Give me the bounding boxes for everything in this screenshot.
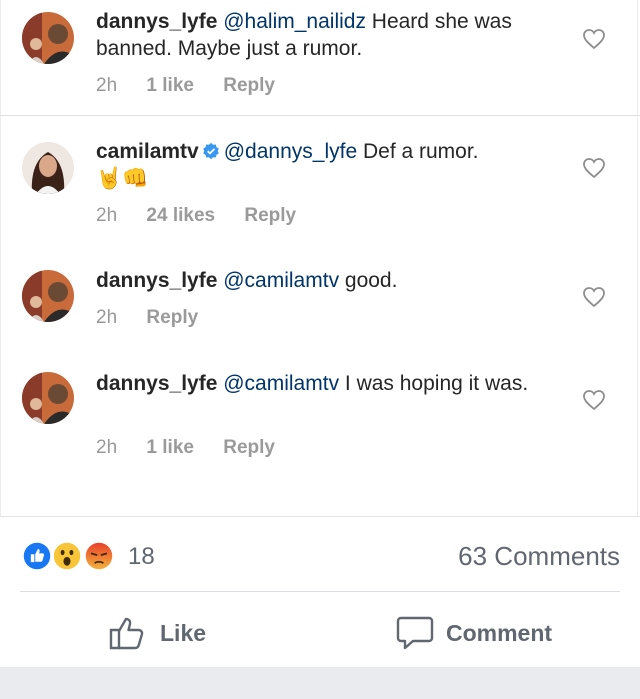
- timestamp: 2h: [96, 205, 118, 226]
- comments-count-link[interactable]: 63 Comments: [458, 541, 620, 572]
- avatar-dannys-lyfe: [22, 372, 74, 424]
- avatar-dannys-lyfe: [22, 12, 74, 64]
- timestamp: 2h: [96, 75, 118, 96]
- reply-button[interactable]: Reply: [146, 307, 198, 328]
- heart-icon[interactable]: [582, 157, 606, 179]
- comment-meta: 2h 1 like Reply: [96, 437, 299, 459]
- like-reaction-icon: [20, 539, 54, 573]
- comment-meta: 2h 24 likes Reply: [96, 205, 320, 227]
- mention[interactable]: @camilamtv: [223, 269, 339, 292]
- thumbs-up-icon: [109, 617, 144, 650]
- wow-reaction-icon: [50, 539, 84, 573]
- comment-text: dannys_lyfe @camilamtv good.: [96, 267, 556, 294]
- mention[interactable]: @dannys_lyfe: [224, 140, 357, 163]
- mention[interactable]: @halim_nailidz: [223, 10, 366, 33]
- username[interactable]: camilamtv: [96, 140, 199, 163]
- reply-button[interactable]: Reply: [223, 75, 275, 96]
- like-button[interactable]: Like: [108, 615, 206, 651]
- comment-label: Comment: [446, 619, 553, 646]
- timestamp: 2h: [96, 437, 118, 458]
- verified-icon: [202, 142, 219, 160]
- reaction-count[interactable]: 18: [128, 543, 155, 571]
- comment-body: I was hoping it was.: [339, 372, 529, 395]
- comment-meta: 2h Reply: [96, 307, 222, 329]
- footer-divider: [20, 591, 620, 592]
- left-border: [0, 0, 1, 517]
- angry-reaction-icon: [82, 539, 116, 573]
- like-label: Like: [160, 619, 207, 646]
- heart-icon[interactable]: [582, 286, 606, 308]
- like-count[interactable]: 1 like: [146, 437, 194, 458]
- avatar-dannys-lyfe: [22, 270, 74, 322]
- comment-divider: [0, 115, 640, 116]
- reply-button[interactable]: Reply: [244, 205, 296, 226]
- like-count[interactable]: 1 like: [146, 75, 194, 96]
- comment-text: dannys_lyfe @camilamtv I was hoping it w…: [96, 370, 556, 397]
- like-count[interactable]: 24 likes: [146, 205, 215, 226]
- comment-body: Def a rumor.: [357, 140, 479, 163]
- username[interactable]: dannys_lyfe: [96, 372, 217, 395]
- feed-gap: [0, 667, 640, 699]
- username[interactable]: dannys_lyfe: [96, 10, 217, 33]
- emoji-line: 🤘👊: [96, 167, 149, 190]
- username[interactable]: dannys_lyfe: [96, 269, 217, 292]
- heart-icon[interactable]: [582, 389, 606, 411]
- comment-text: dannys_lyfe @halim_nailidz Heard she was…: [96, 8, 556, 62]
- comment-button[interactable]: Comment: [396, 615, 552, 651]
- instagram-comments-screenshot: dannys_lyfe @halim_nailidz Heard she was…: [0, 0, 640, 517]
- comment-body: good.: [339, 269, 398, 292]
- avatar-camilamtv: [22, 142, 74, 194]
- comment-meta: 2h 1 like Reply: [96, 75, 299, 97]
- heart-icon[interactable]: [582, 28, 606, 50]
- comment-text: camilamtv @dannys_lyfe Def a rumor. 🤘👊: [96, 138, 556, 192]
- right-border: [637, 0, 638, 517]
- timestamp: 2h: [96, 307, 118, 328]
- speech-bubble-icon: [396, 616, 434, 650]
- mention[interactable]: @camilamtv: [223, 372, 339, 395]
- reply-button[interactable]: Reply: [223, 437, 275, 458]
